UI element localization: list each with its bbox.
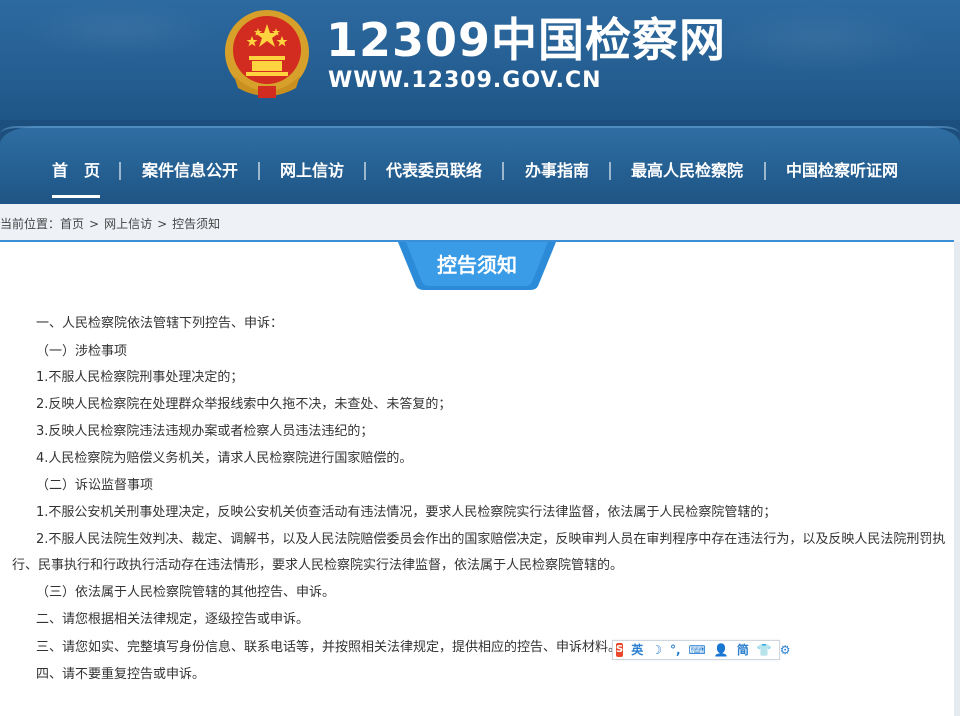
breadcrumb-petition[interactable]: 网上信访 — [104, 217, 152, 231]
site-url: WWW.12309.GOV.CN — [328, 68, 602, 93]
ime-mode-toggle[interactable]: 英 — [631, 641, 643, 659]
punctuation-icon[interactable]: °, — [670, 641, 681, 659]
paragraph: （二）诉讼监督事项 — [36, 478, 154, 493]
paragraph: 行、民事执行和行政执行活动存在违法情形，要求人民检察院实行法律监督，依法属于人民… — [12, 558, 624, 573]
user-icon[interactable]: 👤 — [714, 641, 729, 659]
breadcrumb: 当前位置：首页 > 网上信访 > 控告须知 — [0, 214, 220, 234]
breadcrumb-home[interactable]: 首页 — [60, 217, 84, 231]
breadcrumb-current: 控告须知 — [172, 217, 221, 231]
keyboard-icon[interactable]: ⌨ — [689, 641, 706, 659]
site-header: 12309中国检察网 WWW.12309.GOV.CN — [0, 0, 960, 120]
paragraph: 3.反映人民检察院违法违规办案或者检察人员违法违纪的； — [36, 424, 374, 439]
nav-separator — [258, 162, 260, 180]
ime-toolbar[interactable]: S 英 ☽ °, ⌨ 👤 简 👕 ⚙ — [612, 640, 791, 660]
paragraph: 2.反映人民检察院在处理群众举报线索中久拖不决，未查处、未答复的； — [36, 397, 452, 412]
national-emblem-icon[interactable] — [222, 6, 312, 102]
nav-item-deputy-liaison[interactable]: 代表委员联络 — [386, 156, 482, 186]
gear-icon[interactable]: ⚙ — [780, 641, 791, 659]
nav-wrap: 首 页 案件信息公开 网上信访 代表委员联络 办事指南 最高人民检察院 中国检察… — [0, 120, 960, 204]
paragraph: （一）涉检事项 — [36, 344, 128, 359]
paragraph: 1.不服人民检察院刑事处理决定的； — [36, 370, 244, 385]
paragraph: 2.不服人民法院生效判决、裁定、调解书，以及人民法院赔偿委员会作出的国家赔偿决定… — [36, 532, 946, 547]
breadcrumb-prefix: 当前位置： — [0, 217, 61, 231]
nav-item-case-info[interactable]: 案件信息公开 — [142, 156, 238, 186]
nav-separator — [502, 162, 504, 180]
nav-separator — [764, 162, 766, 180]
content-panel: 控告须知 一、人民检察院依法管辖下列控告、申诉： （一）涉检事项 1.不服人民检… — [0, 240, 960, 716]
moon-icon[interactable]: ☽ — [651, 641, 662, 659]
paragraph: 1.不服公安机关刑事处理决定，反映公安机关侦查活动有违法情况，要求人民检察院实行… — [36, 505, 777, 520]
paragraph: 三、请您如实、完整填写身份信息、联系电话等，并按照相关法律规定，提供相应的控告、… — [36, 640, 622, 655]
paragraph: 4.人民检察院为赔偿义务机关，请求人民检察院进行国家赔偿的。 — [36, 451, 413, 466]
nav-item-home[interactable]: 首 页 — [52, 156, 101, 198]
nav-item-guide[interactable]: 办事指南 — [525, 156, 589, 186]
breadcrumb-separator: > — [89, 217, 100, 231]
nav-item-spp[interactable]: 最高人民检察院 — [631, 156, 743, 186]
paragraph: 二、请您根据相关法律规定，逐级控告或申诉。 — [36, 612, 310, 627]
nav-item-petition[interactable]: 网上信访 — [280, 156, 344, 186]
paragraph: 一、人民检察院依法管辖下列控告、申诉： — [36, 316, 284, 331]
nav-item-hearing[interactable]: 中国检察听证网 — [786, 156, 898, 186]
nav-list: 首 页 案件信息公开 网上信访 代表委员联络 办事指南 最高人民检察院 中国检察… — [0, 156, 960, 198]
paragraph: 四、请不要重复控告或申诉。 — [36, 667, 206, 682]
panel-scrollbar[interactable] — [954, 242, 960, 716]
ime-logo-icon[interactable]: S — [616, 643, 624, 657]
nav-separator — [364, 162, 366, 180]
skin-icon[interactable]: 👕 — [757, 641, 772, 659]
nav-separator — [119, 162, 121, 180]
paragraph: （三）依法属于人民检察院管辖的其他控告、申诉。 — [36, 585, 336, 600]
simplified-toggle[interactable]: 简 — [737, 641, 749, 659]
nav-separator — [609, 162, 611, 180]
page-title: 控告须知 — [437, 253, 517, 277]
breadcrumb-separator: > — [157, 217, 168, 231]
site-title: 12309中国检察网 — [326, 13, 727, 67]
main-nav: 首 页 案件信息公开 网上信访 代表委员联络 办事指南 最高人民检察院 中国检察… — [0, 126, 960, 204]
